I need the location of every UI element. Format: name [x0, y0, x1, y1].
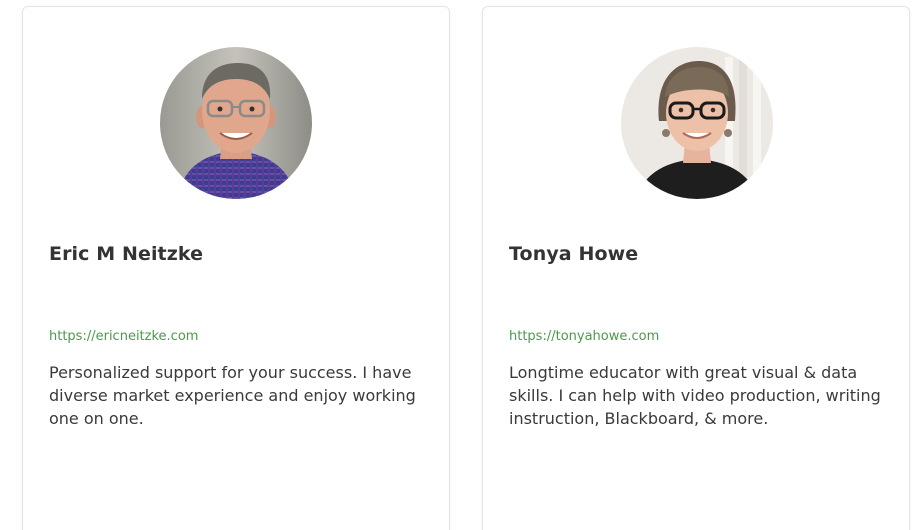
- profile-bio: Personalized support for your success. I…: [49, 363, 416, 428]
- profile-name: Eric M Neitzke: [49, 243, 204, 265]
- profile-card-eric: Eric M Neitzke https://ericneitzke.com P…: [22, 6, 450, 530]
- profile-name: Tonya Howe: [509, 243, 639, 265]
- profile-card-tonya: Tonya Howe https://tonyahowe.com Longtim…: [482, 6, 910, 530]
- avatar-tonya: [621, 47, 773, 199]
- profile-bio: Longtime educator with great visual & da…: [509, 363, 881, 428]
- profile-website-link[interactable]: https://tonyahowe.com: [509, 329, 659, 344]
- profile-website-link[interactable]: https://ericneitzke.com: [49, 329, 198, 344]
- avatar-eric: [160, 47, 312, 199]
- profile-cards: Eric M Neitzke https://ericneitzke.com P…: [0, 0, 921, 530]
